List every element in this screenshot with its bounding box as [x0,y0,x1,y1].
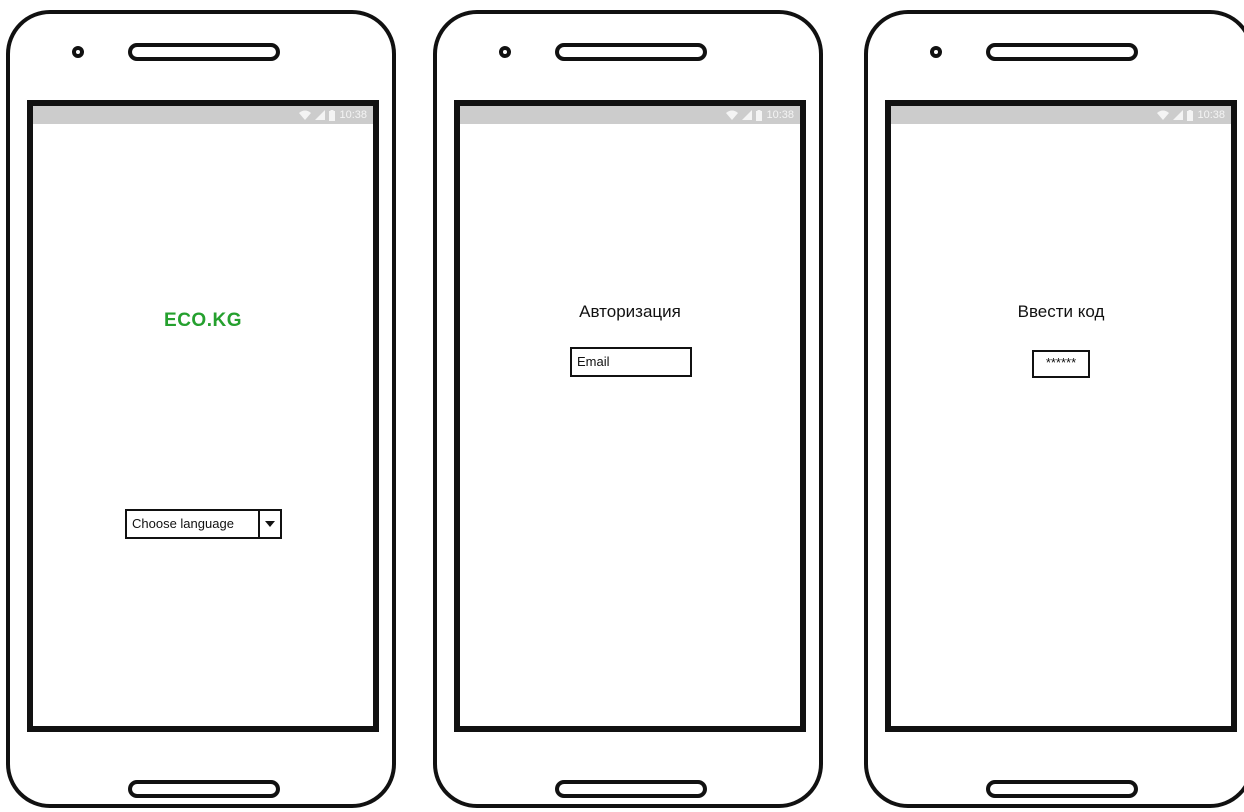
status-time: 10:38 [339,109,367,121]
code-input[interactable]: ****** [1032,350,1090,378]
wifi-icon [1157,110,1170,120]
battery-icon [1187,109,1194,121]
app-title: ECO.KG [164,310,242,331]
phone-frame-authorization: 10:38 Авторизация Email [433,10,823,808]
wifi-icon [726,110,739,120]
status-time: 10:38 [766,109,794,121]
home-button[interactable] [128,780,280,798]
phone-frame-code: 10:38 Ввести код ****** [864,10,1244,808]
camera-icon [72,46,84,58]
language-dropdown-button[interactable] [258,511,280,537]
camera-icon [499,46,511,58]
code-title: Ввести код [1017,302,1105,321]
home-button[interactable] [555,780,707,798]
home-button[interactable] [986,780,1138,798]
speaker-grille [128,43,280,61]
language-select[interactable]: Choose language [125,509,282,539]
signal-icon [315,110,326,120]
auth-title: Авторизация [579,302,681,321]
battery-icon [329,109,336,121]
signal-icon [1173,110,1184,120]
phone-frame-language: 10:38 ECO.KG Choose language [6,10,396,808]
status-time: 10:38 [1197,109,1225,121]
dropdown-arrow-icon [265,521,275,527]
phone-screen: 10:38 ECO.KG Choose language [27,100,379,732]
language-select-label: Choose language [132,516,234,531]
status-bar: 10:38 [460,106,800,124]
speaker-grille [555,43,707,61]
status-bar: 10:38 [891,106,1231,124]
phone-screen: 10:38 Ввести код ****** [885,100,1237,732]
battery-icon [756,109,763,121]
signal-icon [742,110,753,120]
camera-icon [930,46,942,58]
status-bar: 10:38 [33,106,373,124]
email-input[interactable]: Email [570,347,692,377]
speaker-grille [986,43,1138,61]
wifi-icon [299,110,312,120]
phone-screen: 10:38 Авторизация Email [454,100,806,732]
